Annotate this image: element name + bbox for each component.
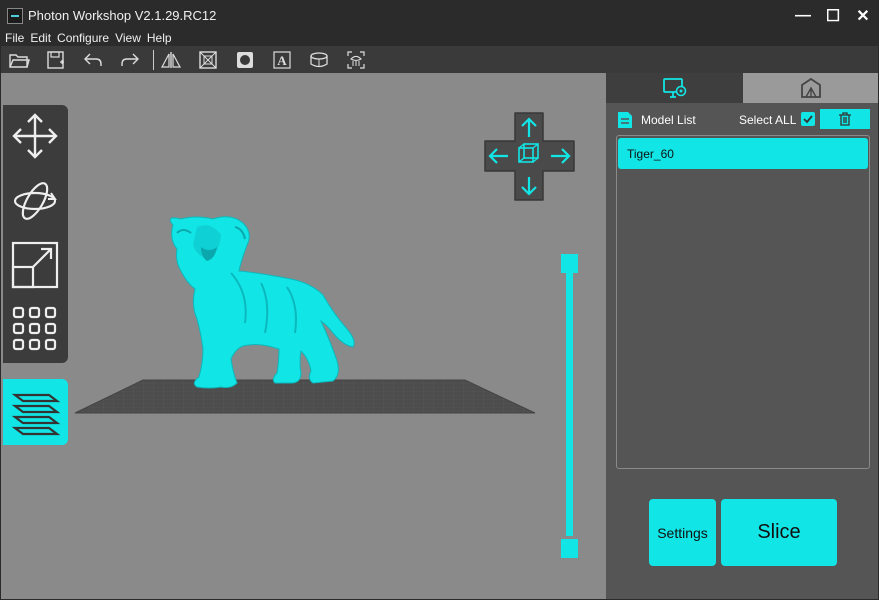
app-window: Photon Workshop V2.1.29.RC12 — ☐ ✕ File … (0, 0, 879, 600)
checkmark-icon (803, 115, 813, 124)
model-list-label: Model List (641, 113, 696, 127)
redo-icon[interactable] (115, 47, 145, 73)
3d-viewport[interactable] (1, 73, 606, 599)
maximize-button[interactable]: ☐ (818, 1, 848, 30)
save-icon[interactable] (41, 47, 71, 73)
model-settings-tab[interactable] (606, 73, 743, 103)
delete-button[interactable] (820, 109, 870, 129)
minimize-button[interactable]: — (788, 1, 818, 30)
right-panel: Model List Select ALL Tiger_60 Settings … (606, 73, 878, 599)
layer-slider-top-handle[interactable] (561, 254, 578, 273)
view-direction-pad[interactable] (483, 111, 576, 202)
menu-help[interactable]: Help (147, 31, 172, 45)
trash-icon (839, 112, 851, 126)
text-icon[interactable]: A (267, 47, 297, 73)
svg-text:A: A (277, 53, 287, 68)
mirror-icon[interactable] (156, 47, 186, 73)
model-list: Tiger_60 (616, 135, 870, 469)
auto-support-icon[interactable] (341, 47, 371, 73)
slice-button[interactable]: Slice (721, 499, 837, 566)
supports-tab[interactable] (743, 73, 878, 103)
hollow-icon[interactable] (193, 47, 223, 73)
open-folder-icon[interactable] (4, 47, 34, 73)
tiger-model[interactable] (161, 213, 366, 393)
move-icon[interactable] (11, 112, 59, 160)
select-all-checkbox[interactable] (801, 112, 815, 126)
layer-slider-bottom-handle[interactable] (561, 539, 578, 558)
menu-edit[interactable]: Edit (30, 31, 51, 45)
toolbar-divider (153, 49, 154, 70)
menu-view[interactable]: View (115, 31, 141, 45)
select-all-label: Select ALL (739, 113, 797, 127)
document-icon (618, 112, 632, 128)
app-logo-icon (7, 7, 23, 24)
close-button[interactable]: ✕ (848, 1, 878, 30)
settings-button[interactable]: Settings (649, 499, 716, 566)
layers-icon (11, 393, 61, 436)
layers-button[interactable] (3, 379, 68, 445)
menu-file[interactable]: File (5, 31, 24, 45)
rotate-icon[interactable] (11, 177, 59, 225)
monitor-gear-icon (662, 78, 686, 98)
layer-slider-track[interactable] (566, 271, 573, 536)
title-bar: Photon Workshop V2.1.29.RC12 — ☐ ✕ (1, 1, 878, 30)
transform-toolbar (3, 105, 68, 363)
slice-cut-icon[interactable] (304, 47, 334, 73)
window-title: Photon Workshop V2.1.29.RC12 (28, 8, 217, 23)
menu-configure[interactable]: Configure (57, 31, 109, 45)
scale-icon[interactable] (11, 241, 59, 289)
support-structure-icon (800, 77, 821, 98)
toolbar: A (1, 46, 878, 73)
menu-bar: File Edit Configure View Help (1, 30, 878, 46)
punch-hole-icon[interactable] (230, 47, 260, 73)
model-list-header: Model List Select ALL (616, 109, 870, 130)
undo-icon[interactable] (78, 47, 108, 73)
arrange-icon[interactable] (11, 305, 59, 353)
list-item[interactable]: Tiger_60 (618, 138, 868, 169)
